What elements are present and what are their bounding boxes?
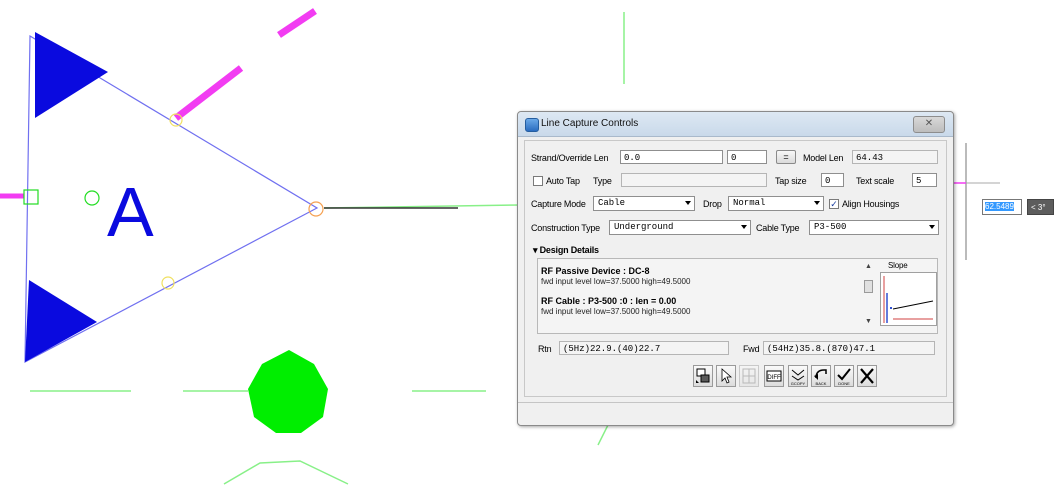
cable-type-select[interactable]: P3-500 xyxy=(809,220,939,235)
select-button[interactable] xyxy=(716,365,736,387)
design-details-label: Design Details xyxy=(539,245,599,255)
gcopy-text: GCOPY xyxy=(791,381,806,386)
tap-size-input[interactable]: 0 xyxy=(821,173,844,187)
type-field[interactable] xyxy=(621,173,767,187)
auto-tap-checkbox[interactable] xyxy=(533,176,543,186)
details-scrollbar[interactable]: ▲ ▼ xyxy=(863,263,874,327)
line-capture-dialog: Line Capture Controls ✕ Strand/Override … xyxy=(517,111,954,426)
done-button[interactable]: DONE xyxy=(834,365,854,387)
green-line[interactable] xyxy=(597,424,609,446)
slope-graph xyxy=(880,272,937,326)
tap-size-label: Tap size xyxy=(775,176,807,186)
device-title: RF Passive Device : DC-8 xyxy=(541,266,650,276)
chevron-down-icon xyxy=(741,225,747,229)
cable-levels: fwd input level low=37.5000 high=49.5000 xyxy=(541,307,691,316)
type-label: Type xyxy=(593,176,612,186)
drop-select[interactable]: Normal xyxy=(728,196,824,211)
align-housings-label: Align Housings xyxy=(842,199,900,209)
gcopy-button[interactable]: GCOPY xyxy=(788,365,808,387)
magenta-line-segment[interactable] xyxy=(277,8,317,38)
slope-graph-svg xyxy=(883,276,934,323)
chevron-down-icon xyxy=(814,201,820,205)
construction-type-value: Underground xyxy=(614,222,674,232)
text-scale-input[interactable]: 5 xyxy=(912,173,937,187)
dynamic-length-value: 62.5489 xyxy=(985,202,1014,211)
cable-type-label: Cable Type xyxy=(756,223,800,233)
green-arc[interactable] xyxy=(223,460,349,485)
grid-button[interactable] xyxy=(739,365,759,387)
align-housings-checkbox[interactable]: ✓ xyxy=(829,199,839,209)
diff-icon: DIFF xyxy=(766,370,782,382)
model-len-field: 64.43 xyxy=(852,150,938,164)
fwd-field: (54Hz)35.8.(870)47.1 xyxy=(763,341,935,355)
close-button[interactable]: ✕ xyxy=(913,116,945,133)
swap-icon xyxy=(696,368,710,383)
dialog-title: Line Capture Controls xyxy=(541,118,639,129)
design-details-toggle[interactable]: ▾ Design Details xyxy=(533,245,599,256)
scroll-up-icon[interactable]: ▲ xyxy=(865,263,872,270)
cursor-arrow-icon xyxy=(721,368,733,384)
drop-label: Drop xyxy=(703,199,722,209)
app-icon xyxy=(525,118,539,132)
dialog-titlebar[interactable]: Line Capture Controls ✕ xyxy=(518,112,953,137)
strand-label: Strand/Override Len xyxy=(531,153,609,163)
cable-title: RF Cable : P3-500 :0 : len = 0.00 xyxy=(541,296,677,306)
gcopy-icon: GCOPY xyxy=(791,369,806,386)
done-text: DONE xyxy=(838,381,850,386)
cancel-button[interactable] xyxy=(857,365,877,387)
strand-input-2[interactable]: 0 xyxy=(727,150,767,164)
construction-type-select[interactable]: Underground xyxy=(609,220,751,235)
fwd-label: Fwd xyxy=(743,344,760,354)
cable-type-value: P3-500 xyxy=(814,222,847,232)
chevron-down-icon xyxy=(929,225,935,229)
chevron-down-icon xyxy=(685,201,691,205)
back-arrow-icon: BACK xyxy=(814,369,827,386)
x-close-icon xyxy=(860,368,874,384)
capture-mode-value: Cable xyxy=(598,198,626,208)
node-letter: A xyxy=(107,173,154,251)
blue-triangle-bottom[interactable] xyxy=(25,280,97,362)
device-levels: fwd input level low=37.5000 high=49.5000 xyxy=(541,277,691,286)
diff-text: DIFF xyxy=(767,375,781,381)
capture-mode-select[interactable]: Cable xyxy=(593,196,695,211)
rtn-field: (5Hz)22.9.(40)22.7 xyxy=(559,341,729,355)
design-details-panel: RF Passive Device : DC-8 fwd input level… xyxy=(537,258,938,334)
strand-input[interactable]: 0.0 xyxy=(620,150,723,164)
scroll-thumb[interactable] xyxy=(864,280,873,293)
blue-triangle-top[interactable] xyxy=(35,32,108,118)
swap-button[interactable] xyxy=(693,365,713,387)
port-circle-marker[interactable] xyxy=(84,190,100,206)
dynamic-length-input[interactable]: 62.5489 xyxy=(982,199,1022,215)
diff-button[interactable]: DIFF xyxy=(764,365,784,387)
back-text: BACK xyxy=(816,381,827,386)
scroll-down-icon[interactable]: ▼ xyxy=(865,318,872,325)
magenta-line-segment[interactable] xyxy=(173,65,244,121)
auto-tap-label: Auto Tap xyxy=(546,176,580,186)
checkmark-icon: DONE xyxy=(837,368,851,386)
dynamic-angle-tag: < 3° xyxy=(1027,199,1054,215)
model-len-label: Model Len xyxy=(803,153,844,163)
capture-mode-label: Capture Mode xyxy=(531,199,586,209)
dialog-statusbar xyxy=(518,402,953,425)
construction-type-label: Construction Type xyxy=(531,223,600,233)
back-button[interactable]: BACK xyxy=(811,365,831,387)
drop-value: Normal xyxy=(733,198,766,208)
text-scale-label: Text scale xyxy=(856,176,895,186)
slope-label: Slope xyxy=(888,261,908,270)
port-square-marker[interactable] xyxy=(23,189,39,205)
equals-button[interactable]: = xyxy=(776,150,796,164)
grid-icon xyxy=(742,368,756,384)
rtn-label: Rtn xyxy=(538,344,552,354)
controls-panel: Strand/Override Len 0.0 0 = Model Len 64… xyxy=(524,140,947,397)
green-octagon-device[interactable] xyxy=(248,350,328,433)
